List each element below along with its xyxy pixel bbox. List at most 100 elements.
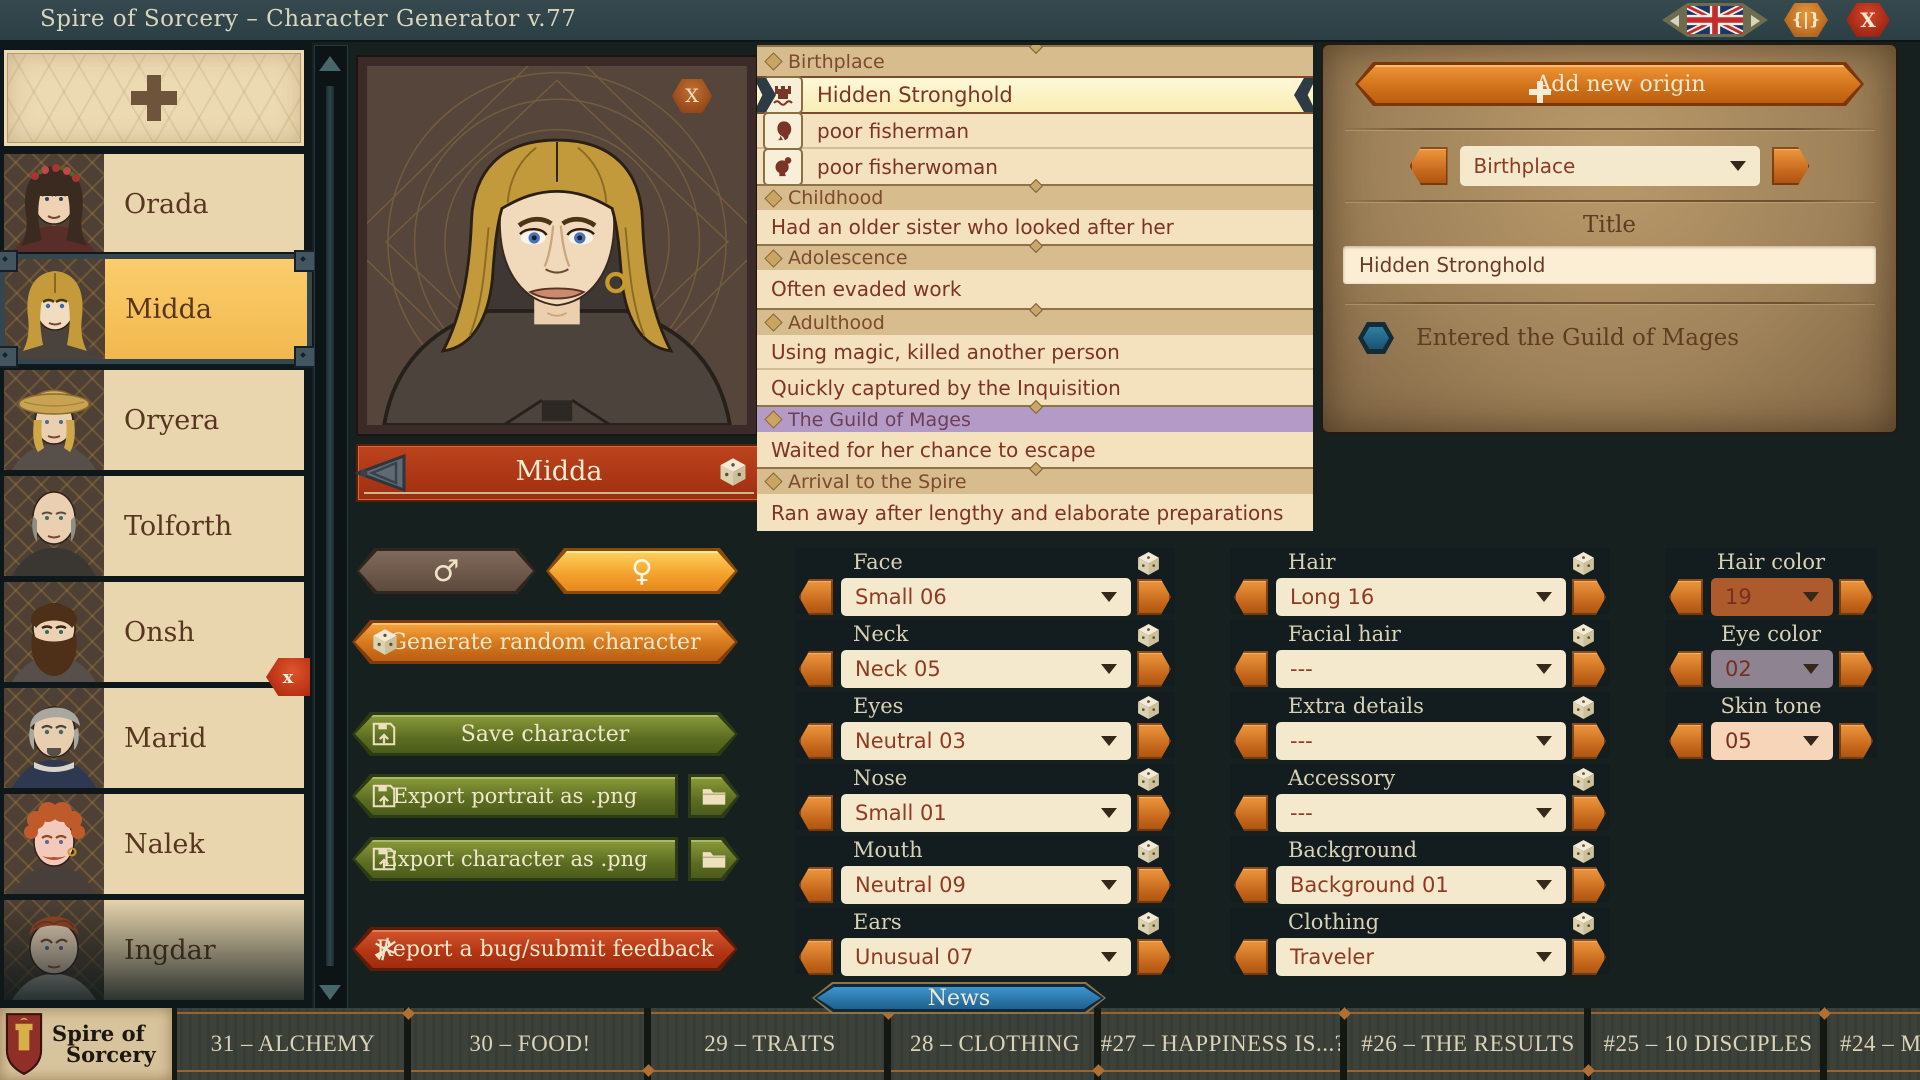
guild-checkbox[interactable] xyxy=(1358,322,1394,354)
next-button[interactable] xyxy=(1839,579,1873,615)
language-selector[interactable] xyxy=(1662,3,1768,37)
tab-results[interactable]: #26 – THE RESULTS xyxy=(1346,1008,1590,1080)
prev-button[interactable] xyxy=(799,939,833,975)
prev-button[interactable] xyxy=(799,867,833,903)
face-dropdown[interactable]: Small 06 xyxy=(841,578,1131,616)
character-row-orada[interactable]: Orada xyxy=(4,154,304,254)
language-prev-icon[interactable] xyxy=(1670,15,1679,27)
randomize-dice-icon[interactable] xyxy=(1136,839,1161,864)
export-character-button[interactable]: Export character as .png xyxy=(352,837,678,881)
next-button[interactable] xyxy=(1572,867,1606,903)
eye-color-dropdown[interactable]: 02 xyxy=(1711,650,1833,688)
bio-item[interactable]: Ran away after lengthy and elaborate pre… xyxy=(757,494,1313,531)
prev-button[interactable] xyxy=(1234,795,1268,831)
tab-alchemy[interactable]: 31 – ALCHEMY xyxy=(176,1008,410,1080)
character-list-scrollbar[interactable] xyxy=(314,45,348,1010)
nose-dropdown[interactable]: Small 01 xyxy=(841,794,1131,832)
randomize-dice-icon[interactable] xyxy=(1136,767,1161,792)
next-button[interactable] xyxy=(1137,939,1171,975)
add-character-button[interactable] xyxy=(4,50,304,146)
randomize-dice-icon[interactable] xyxy=(1136,911,1161,936)
facial-hair-dropdown[interactable]: --- xyxy=(1276,650,1566,688)
next-button[interactable] xyxy=(1572,651,1606,687)
prev-button[interactable] xyxy=(1234,939,1268,975)
prev-button[interactable] xyxy=(1234,723,1268,759)
next-button[interactable] xyxy=(1137,795,1171,831)
prev-button[interactable] xyxy=(1234,867,1268,903)
hair-dropdown[interactable]: Long 16 xyxy=(1276,578,1566,616)
prev-button[interactable] xyxy=(799,579,833,615)
report-bug-button[interactable]: Report a bug/submit feedback xyxy=(352,927,738,971)
tab-food[interactable]: 30 – FOOD! xyxy=(410,1008,650,1080)
origin-title-input[interactable] xyxy=(1343,246,1876,284)
category-prev-button[interactable] xyxy=(1410,147,1448,185)
bio-item[interactable]: Using magic, killed another person xyxy=(757,335,1313,370)
randomize-dice-icon[interactable] xyxy=(1571,911,1596,936)
prev-button[interactable] xyxy=(1234,579,1268,615)
category-dropdown[interactable]: Birthplace xyxy=(1460,146,1760,186)
hair-color-dropdown[interactable]: 19 xyxy=(1711,578,1833,616)
scroll-up-button[interactable] xyxy=(317,48,343,78)
close-app-button[interactable]: X xyxy=(1846,3,1890,37)
code-brackets-button[interactable]: {|} xyxy=(1784,3,1828,37)
next-button[interactable] xyxy=(1839,723,1873,759)
randomize-dice-icon[interactable] xyxy=(1571,695,1596,720)
next-button[interactable] xyxy=(1572,939,1606,975)
tab-happiness[interactable]: #27 – HAPPINESS IS...? xyxy=(1100,1008,1346,1080)
neck-dropdown[interactable]: Neck 05 xyxy=(841,650,1131,688)
prev-button[interactable] xyxy=(1669,651,1703,687)
scroll-down-button[interactable] xyxy=(317,977,343,1007)
tab-traits[interactable]: 29 – TRAITS xyxy=(650,1008,890,1080)
next-button[interactable] xyxy=(1137,651,1171,687)
tab-men[interactable]: #24 – MEN xyxy=(1826,1008,1920,1080)
ears-dropdown[interactable]: Unusual 07 xyxy=(841,938,1131,976)
next-button[interactable] xyxy=(1572,579,1606,615)
add-new-origin-button[interactable]: Add new origin xyxy=(1355,62,1864,106)
category-next-button[interactable] xyxy=(1772,147,1810,185)
next-button[interactable] xyxy=(1137,723,1171,759)
character-row-midda-selected[interactable]: Midda xyxy=(0,254,312,364)
open-character-folder-button[interactable] xyxy=(688,837,740,881)
scrollbar-rail[interactable] xyxy=(326,86,334,966)
character-row-nalek[interactable]: Nalek xyxy=(4,794,304,894)
next-button[interactable] xyxy=(1572,795,1606,831)
gender-female-button[interactable]: ♀ xyxy=(546,548,738,594)
next-button[interactable] xyxy=(1137,579,1171,615)
character-row-ingdar[interactable]: Ingdar xyxy=(4,900,304,1000)
next-button[interactable] xyxy=(1839,651,1873,687)
bio-item-selected[interactable]: Hidden Stronghold xyxy=(757,76,1313,114)
export-portrait-button[interactable]: Export portrait as .png xyxy=(352,774,678,818)
tab-disciples[interactable]: #25 – 10 DISCIPLES xyxy=(1590,1008,1826,1080)
randomize-dice-icon[interactable] xyxy=(1571,767,1596,792)
extra-details-dropdown[interactable]: --- xyxy=(1276,722,1566,760)
character-row-tolforth[interactable]: Tolforth xyxy=(4,476,304,576)
save-character-button[interactable]: Save character xyxy=(352,712,738,756)
news-button[interactable]: News xyxy=(812,982,1106,1014)
randomize-dice-icon[interactable] xyxy=(1571,839,1596,864)
character-row-onsh[interactable]: Onsh xyxy=(4,582,304,682)
character-row-marid[interactable]: Marid xyxy=(4,688,304,788)
eyes-dropdown[interactable]: Neutral 03 xyxy=(841,722,1131,760)
prev-button[interactable] xyxy=(1669,579,1703,615)
prev-button[interactable] xyxy=(1234,651,1268,687)
randomize-dice-icon[interactable] xyxy=(1136,695,1161,720)
generate-random-character-button[interactable]: Generate random character xyxy=(352,620,738,664)
next-button[interactable] xyxy=(1572,723,1606,759)
skin-tone-dropdown[interactable]: 05 xyxy=(1711,722,1833,760)
next-button[interactable] xyxy=(1137,867,1171,903)
character-row-oryera[interactable]: Oryera xyxy=(4,370,304,470)
randomize-dice-icon[interactable] xyxy=(1136,551,1161,576)
clothing-dropdown[interactable]: Traveler xyxy=(1276,938,1566,976)
prev-button[interactable] xyxy=(799,651,833,687)
randomize-dice-icon[interactable] xyxy=(1571,623,1596,648)
prev-button[interactable] xyxy=(1669,723,1703,759)
randomize-name-dice-icon[interactable] xyxy=(718,457,748,487)
tab-clothing[interactable]: 28 – CLOTHING xyxy=(890,1008,1100,1080)
randomize-dice-icon[interactable] xyxy=(1571,551,1596,576)
randomize-dice-icon[interactable] xyxy=(1136,623,1161,648)
gender-male-button[interactable]: ♂ xyxy=(356,548,536,594)
mouth-dropdown[interactable]: Neutral 09 xyxy=(841,866,1131,904)
bio-item-father[interactable]: poor fisherman xyxy=(757,114,1313,149)
language-next-icon[interactable] xyxy=(1751,15,1760,27)
prev-button[interactable] xyxy=(799,723,833,759)
